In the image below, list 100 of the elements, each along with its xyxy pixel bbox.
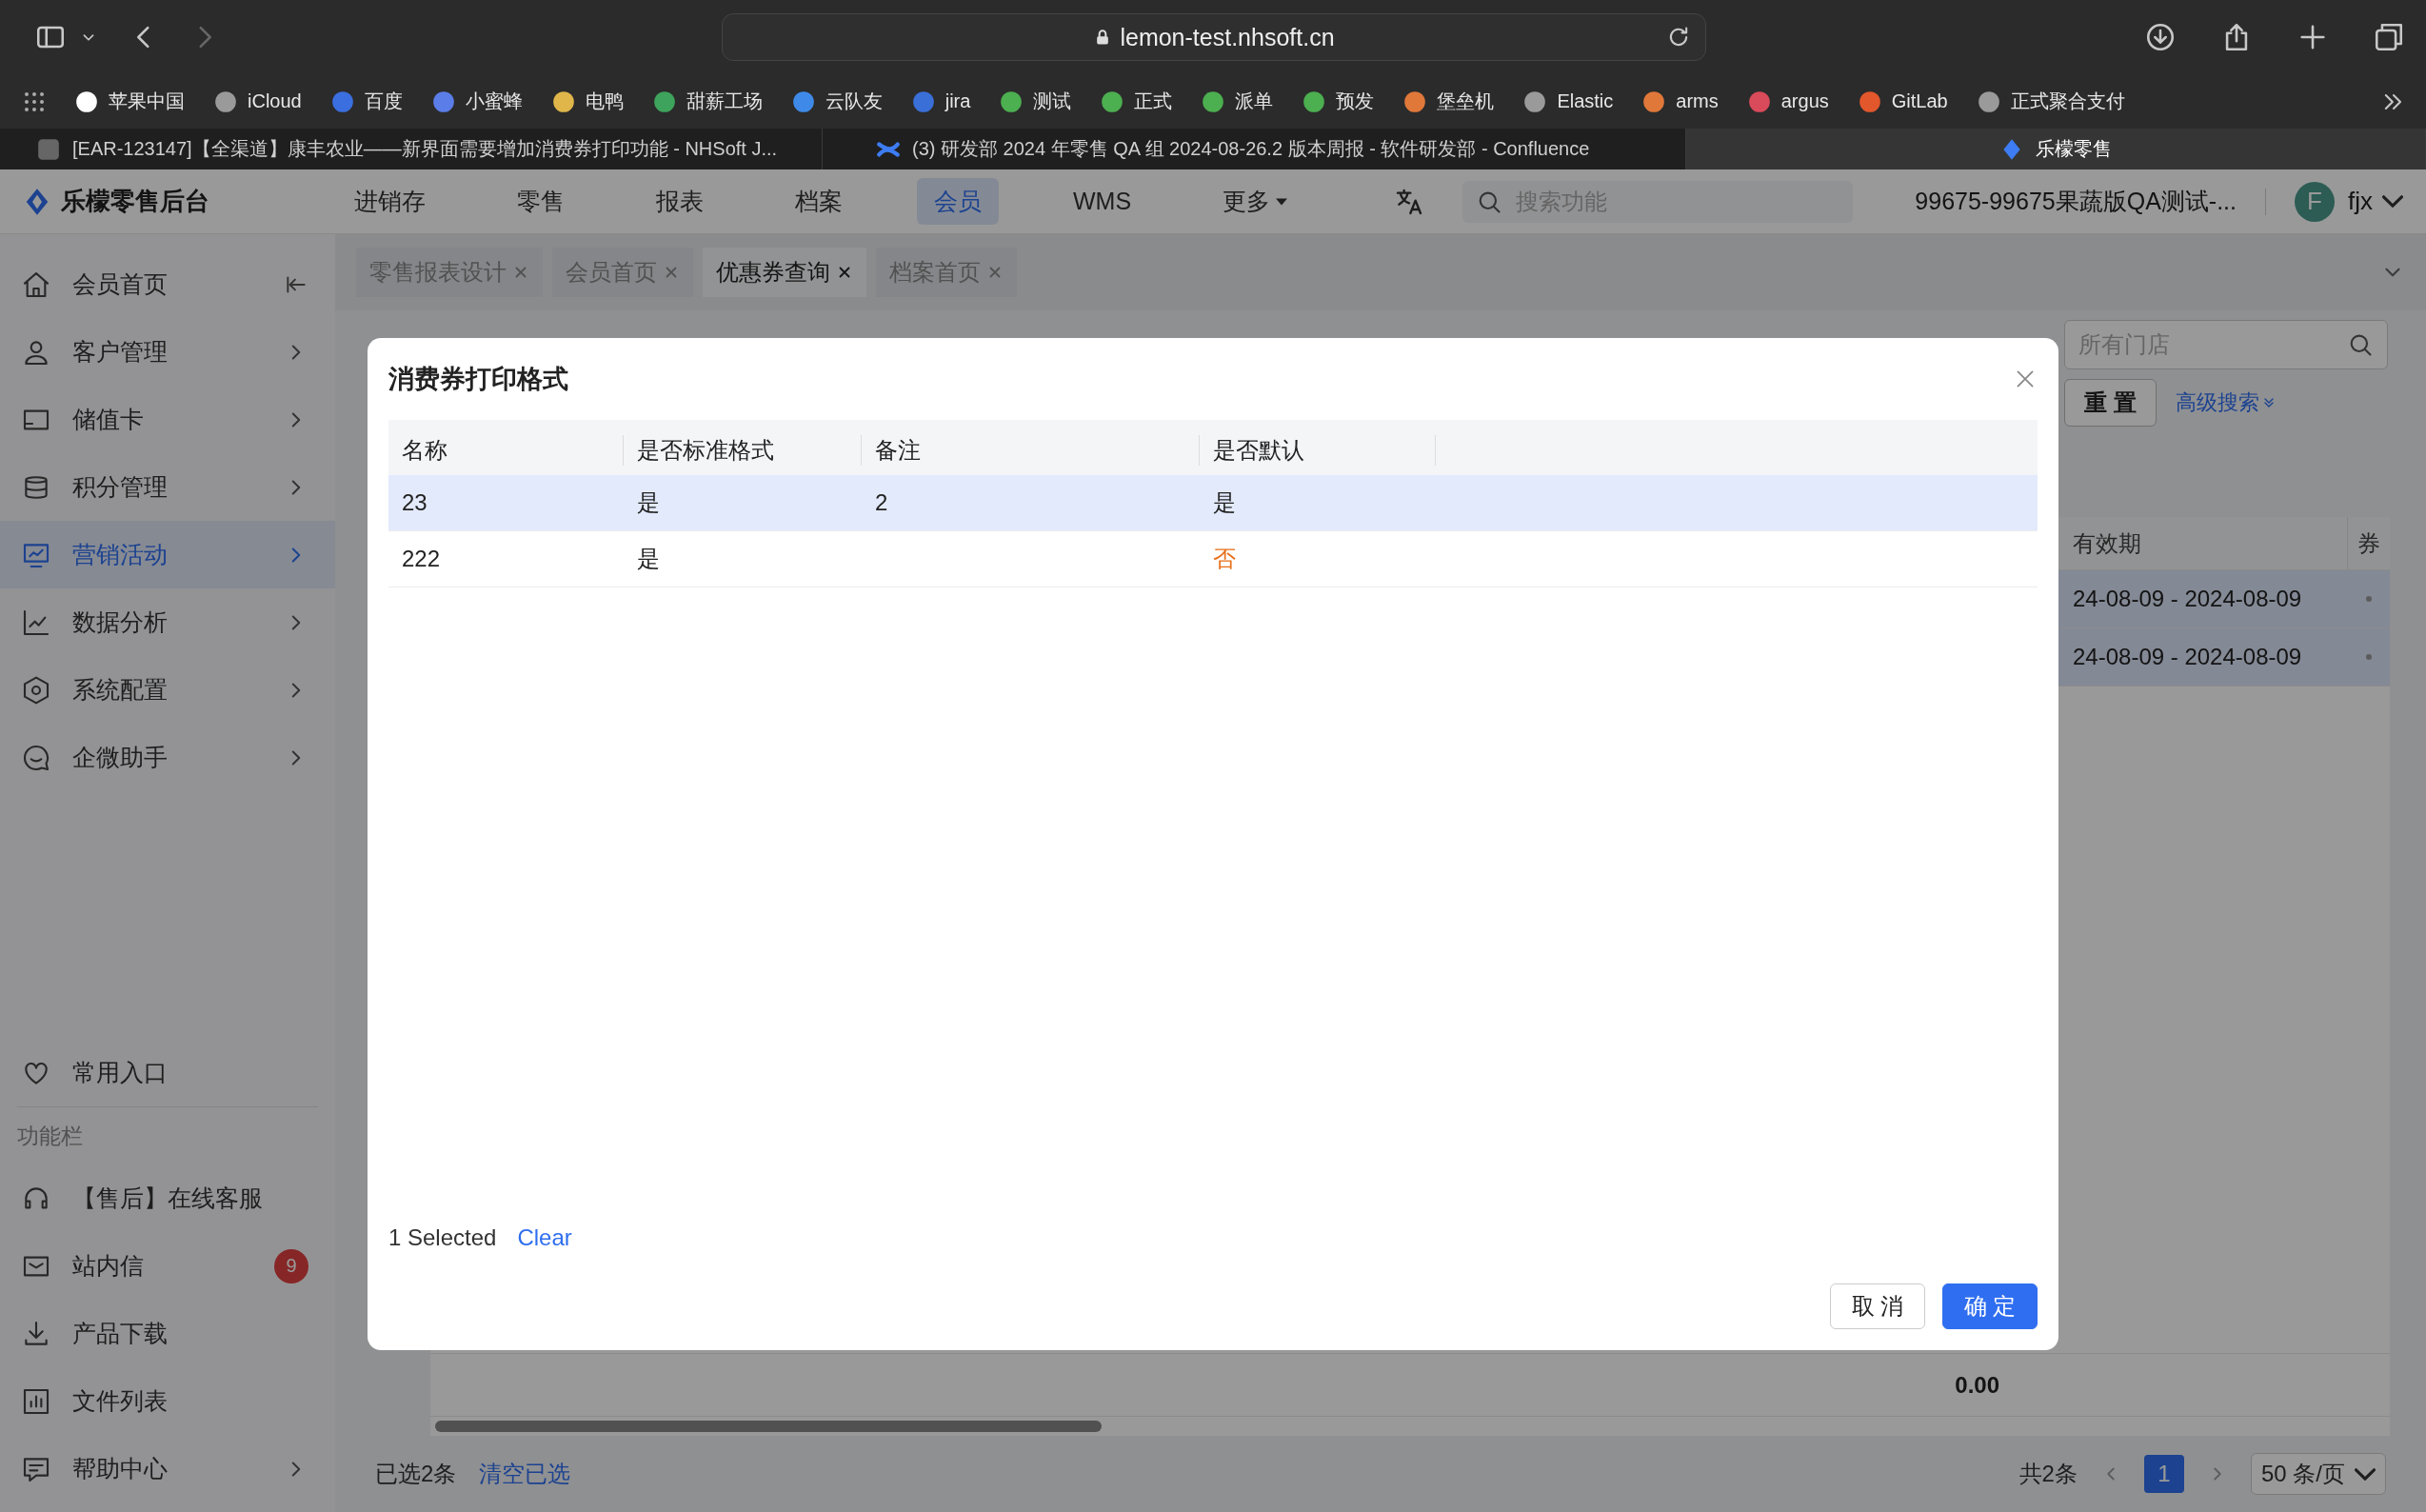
sidebar-item[interactable]: 储值卡 (0, 386, 335, 453)
chevron-down-icon (2382, 195, 2403, 208)
site-icon (999, 89, 1024, 114)
site-icon (1522, 89, 1548, 114)
cancel-button[interactable]: 取 消 (1830, 1283, 1925, 1329)
sidebar-item[interactable]: 产品下载 (0, 1300, 335, 1367)
store-selector[interactable]: 99675-99675果蔬版QA测试-... (1915, 186, 2237, 217)
site-icon (213, 89, 238, 114)
count-badge: 9 (274, 1248, 308, 1283)
bookmark[interactable]: 正式聚合支付 (1976, 89, 2125, 114)
chevron-down-icon (2355, 1467, 2376, 1481)
total-value: 0.00 (1954, 1370, 2000, 1400)
total-count: 共2条 (2018, 1460, 2078, 1488)
bookmark[interactable]: 小蜜蜂 (430, 89, 523, 114)
advanced-search-link[interactable]: 高级搜索 (2175, 388, 2277, 417)
table-cell-text: 是 (637, 545, 660, 573)
table-cell: 2 (875, 489, 888, 516)
sidebar-item[interactable]: 常用入口 (0, 1039, 335, 1106)
bookmark[interactable]: 派单 (1201, 89, 1274, 114)
column-header: 券 (2347, 517, 2390, 569)
site-icon (910, 89, 936, 114)
site-icon (790, 89, 816, 114)
confirm-button[interactable]: 确 定 (1942, 1283, 2038, 1329)
sidebar-item[interactable]: 企微助手 (0, 724, 335, 791)
scrollbar-thumb[interactable] (435, 1421, 1102, 1432)
bookmark[interactable]: 堡垒机 (1402, 89, 1495, 114)
bookmark[interactable]: 预发 (1302, 89, 1375, 114)
site-icon (1201, 89, 1226, 114)
site-icon (1976, 89, 2001, 114)
table-cell: 23 (402, 489, 428, 516)
apps-grid-icon[interactable] (23, 90, 46, 113)
reset-button[interactable]: 重 置 (2064, 379, 2157, 427)
page-size-select[interactable]: 50 条/页 (2250, 1453, 2386, 1495)
site-icon (1857, 89, 1882, 114)
sidebar-item[interactable]: 站内信 9 (0, 1232, 335, 1300)
table-cell-text: 24-08-09 - 2024-08-09 (2072, 585, 2303, 613)
site-icon (1746, 89, 1772, 114)
dot-icon (2365, 596, 2372, 602)
site-icon (1302, 89, 1327, 114)
sidebar-item[interactable]: 积分管理 (0, 453, 335, 521)
page-tab[interactable]: 优惠券查询 (703, 248, 866, 297)
sidebar-item[interactable]: 帮助中心 (0, 1435, 335, 1502)
site-icon (74, 89, 99, 114)
address-bar[interactable]: lemon-test.nhsoft.cn (722, 13, 1706, 61)
nav-tab[interactable]: 零售 (500, 178, 582, 225)
nav-tab[interactable]: WMS (1056, 180, 1149, 223)
section-title: 功能栏 (16, 1122, 84, 1150)
app-title: 乐檬零售后台 (61, 186, 209, 217)
bookmark[interactable]: argus (1746, 89, 1829, 114)
site-icon (550, 89, 576, 114)
bookmark[interactable]: GitLab (1857, 89, 1948, 114)
bookmark[interactable]: Elastic (1522, 89, 1614, 114)
column-header: 是否标准格式 (624, 435, 862, 466)
bookmark[interactable]: iCloud (213, 89, 302, 114)
selected-count: 已选2条 (375, 1460, 457, 1488)
table-cell-text: 是 (1213, 488, 1236, 517)
site-icon (36, 136, 61, 162)
table-cell-text: 否 (1213, 545, 1236, 573)
sidebar-item[interactable]: 【售后】在线客服 (0, 1164, 335, 1232)
bookmark[interactable]: 云队友 (790, 89, 883, 114)
table-row[interactable]: 222 是 否 (388, 531, 2038, 587)
browser-tab[interactable]: 乐檬零售 (1686, 129, 2426, 169)
nav-tab[interactable]: 进销存 (337, 178, 443, 225)
bookmark[interactable]: jira (910, 89, 971, 114)
download-icon[interactable] (2144, 21, 2177, 53)
page-button[interactable]: 1 (2143, 1455, 2184, 1493)
sidebar-item[interactable]: 数据分析 (0, 588, 335, 656)
sidebar-item[interactable]: 客户管理 (0, 318, 335, 386)
more-menu[interactable]: 更多 (1205, 178, 1305, 225)
bookmark[interactable]: 甜薪工场 (651, 89, 763, 114)
bookmark[interactable]: 百度 (329, 89, 403, 114)
bookmark[interactable]: 正式 (1100, 89, 1173, 114)
nav-tab[interactable]: 档案 (778, 178, 860, 225)
table-cell-text: 是 (637, 488, 660, 517)
sidebar-item[interactable]: 会员首页 (0, 250, 335, 318)
sidebar-item[interactable]: 文件列表 (0, 1367, 335, 1435)
site-icon (1402, 89, 1428, 114)
bookmark[interactable]: arms (1641, 89, 1719, 114)
sidebar-item[interactable]: 系统配置 (0, 656, 335, 724)
column-header: 名称 (388, 435, 624, 466)
dialog-title: 消费券打印格式 (388, 364, 568, 395)
column-header: 是否默认 (1200, 435, 1436, 466)
bookmark[interactable]: 电鸭 (550, 89, 624, 114)
site-icon (1641, 89, 1667, 114)
site-icon (651, 89, 677, 114)
user-menu[interactable]: fjx (2348, 187, 2403, 216)
clear-link[interactable]: Clear (517, 1224, 572, 1251)
bookmark[interactable]: 测试 (999, 89, 1072, 114)
column-header: 备注 (862, 435, 1200, 466)
dot-icon (2365, 654, 2372, 660)
settings-icon (21, 674, 51, 706)
table-cell: 222 (402, 546, 441, 572)
bookmark[interactable]: 苹果中国 (74, 89, 185, 114)
table-cell-text: 24-08-09 - 2024-08-09 (2072, 643, 2303, 671)
column-header: 有效期 (2072, 528, 2142, 558)
tabs-overview-icon[interactable] (2373, 21, 2405, 53)
table-row[interactable]: 23 是 2 是 (388, 475, 2038, 531)
selection-count: 1 Selected (388, 1224, 497, 1251)
site-icon (329, 89, 355, 114)
nav-tab[interactable]: 报表 (639, 178, 721, 225)
